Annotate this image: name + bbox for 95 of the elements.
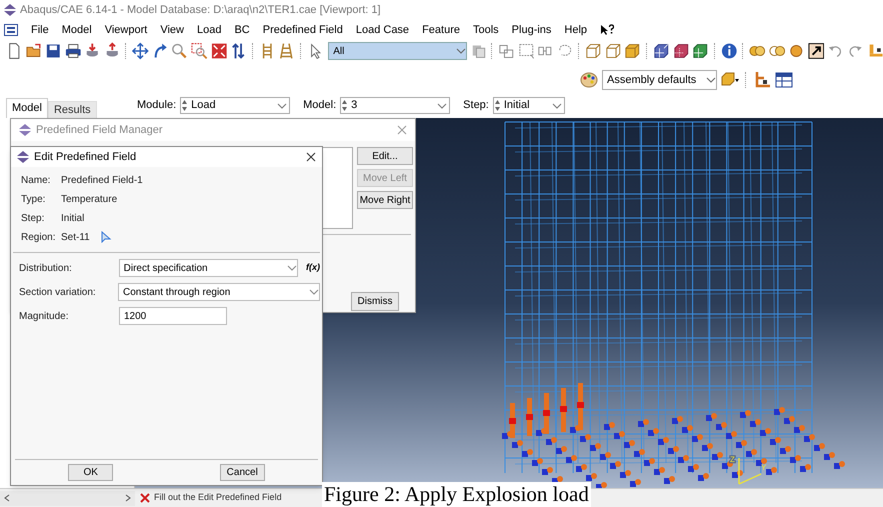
ladder-icon[interactable] — [278, 42, 295, 60]
app-logo-icon — [4, 4, 16, 16]
mesh-cube-icon[interactable] — [672, 42, 690, 60]
model-dropdown[interactable]: 3 — [340, 97, 450, 114]
fit-view-icon[interactable] — [210, 42, 228, 60]
print-icon[interactable] — [64, 42, 82, 60]
palette-icon[interactable] — [580, 71, 598, 89]
menu-item[interactable]: Load — [196, 22, 222, 38]
chevron-down-icon — [456, 47, 466, 55]
dialog-button[interactable]: Move Right — [357, 191, 413, 209]
field-value: Set-11 — [61, 230, 90, 244]
window-menu-icon[interactable] — [4, 24, 18, 36]
box-zoom-icon[interactable] — [190, 42, 208, 60]
context-help-icon[interactable] — [600, 24, 614, 36]
dialog-button: Move Left — [357, 169, 413, 187]
menu-item[interactable]: Feature — [422, 22, 460, 38]
mesh-cube-icon[interactable] — [652, 42, 670, 60]
field-value: Predefined Field-1 — [61, 174, 143, 188]
open-folder-icon[interactable] — [26, 42, 42, 60]
cancel-cross-icon[interactable] — [139, 492, 151, 504]
figure-caption: Figure 2: Apply Explosion load — [322, 482, 591, 507]
module-dropdown[interactable]: Load — [180, 97, 290, 114]
menu-item[interactable]: Plug-ins — [512, 22, 552, 38]
axis-label: Y — [761, 463, 766, 472]
tree-layout-icon[interactable] — [753, 71, 771, 89]
dismiss-button[interactable]: Dismiss — [351, 292, 399, 311]
field-label: Magnitude: — [19, 310, 70, 324]
menu-item[interactable]: Help — [564, 22, 588, 38]
chevron-down-icon — [277, 102, 288, 110]
select-shapes-icon[interactable] — [498, 42, 515, 60]
menu-item[interactable]: Load Case — [356, 22, 410, 38]
scroll-left-icon — [4, 494, 10, 502]
spin-arrows-icon — [341, 99, 348, 112]
rotate-icon[interactable] — [152, 42, 168, 60]
pick-cursor-icon[interactable] — [100, 231, 112, 243]
field-label: Step: — [21, 212, 46, 226]
window-title: Abaqus/CAE 6.14-1 - Model Database: D:\araq\n2\TER1.cae [Viewport: 1] — [20, 2, 381, 18]
horizontal-scrollbar[interactable] — [0, 490, 135, 506]
function-button[interactable]: f(x) — [306, 261, 320, 275]
field-label: Distribution: — [19, 262, 73, 276]
chevron-down-icon — [552, 102, 562, 110]
pan-icon[interactable] — [132, 42, 149, 60]
field-label: Name: — [21, 174, 52, 188]
menu-item[interactable]: File — [31, 22, 49, 38]
tab[interactable]: Results — [48, 101, 97, 118]
menu-item[interactable]: Tools — [472, 22, 499, 38]
circle-icon[interactable] — [788, 42, 805, 60]
zoom-icon[interactable] — [171, 42, 188, 60]
app-logo-icon — [17, 151, 29, 163]
step-dropdown[interactable]: Initial — [492, 97, 565, 114]
scroll-right-icon — [125, 494, 131, 502]
field-label: Step: — [463, 98, 489, 114]
dialog-title: Predefined Field Manager — [36, 122, 164, 138]
menu-item[interactable]: Predefined Field — [262, 22, 343, 38]
swap-arrows-icon[interactable] — [230, 42, 247, 60]
mesh-cube-icon[interactable] — [692, 42, 709, 60]
chevron-down-icon — [287, 264, 297, 272]
magnitude-input[interactable]: 1200 — [119, 307, 227, 325]
field-label: Type: — [21, 192, 46, 206]
chevron-down-icon — [437, 102, 448, 110]
dialog-button[interactable]: Cancel — [220, 464, 265, 481]
menu-item[interactable]: Viewport — [104, 22, 148, 38]
field-label: Region: — [21, 230, 56, 244]
menu-item[interactable]: View — [160, 22, 184, 38]
table-icon[interactable] — [775, 71, 793, 89]
tab[interactable]: Model — [6, 98, 48, 118]
dialog-button[interactable]: OK — [68, 464, 114, 481]
menu-item[interactable]: Model — [62, 22, 92, 38]
field-value: Initial — [61, 212, 84, 226]
spin-arrows-icon — [181, 99, 188, 112]
close-icon[interactable] — [306, 152, 316, 162]
box-select-icon[interactable] — [518, 42, 534, 60]
chevron-down-icon — [706, 76, 716, 84]
app-logo-icon — [19, 124, 31, 136]
field-label: Module: — [137, 98, 176, 114]
chevron-down-icon — [309, 288, 319, 296]
axis-triad-icon — [738, 457, 762, 485]
info-icon[interactable] — [720, 42, 738, 60]
dropdown-field[interactable]: Constant through region — [118, 283, 320, 301]
cube-outline-icon[interactable] — [604, 42, 622, 60]
spin-arrows-icon — [494, 99, 501, 112]
field-label: Model: — [303, 98, 336, 114]
dropdown-field[interactable]: Direct specification — [118, 259, 298, 277]
dialog-title: Edit Predefined Field — [34, 150, 138, 165]
dialog-button[interactable]: Edit... — [357, 147, 413, 165]
selection-filter-dropdown[interactable]: All — [328, 42, 467, 60]
save-icon[interactable] — [45, 42, 62, 60]
field-label: Section variation: — [19, 286, 97, 300]
cube-icon[interactable] — [624, 42, 642, 60]
cube-outline-icon[interactable] — [585, 42, 602, 60]
field-value: Temperature — [61, 192, 118, 206]
cursor-box-icon[interactable] — [808, 42, 824, 60]
status-message: Fill out the Edit Predefined Field — [154, 491, 282, 504]
render-style-dropdown[interactable]: Assembly defaults — [602, 70, 717, 90]
menu-item[interactable]: BC — [234, 22, 250, 38]
